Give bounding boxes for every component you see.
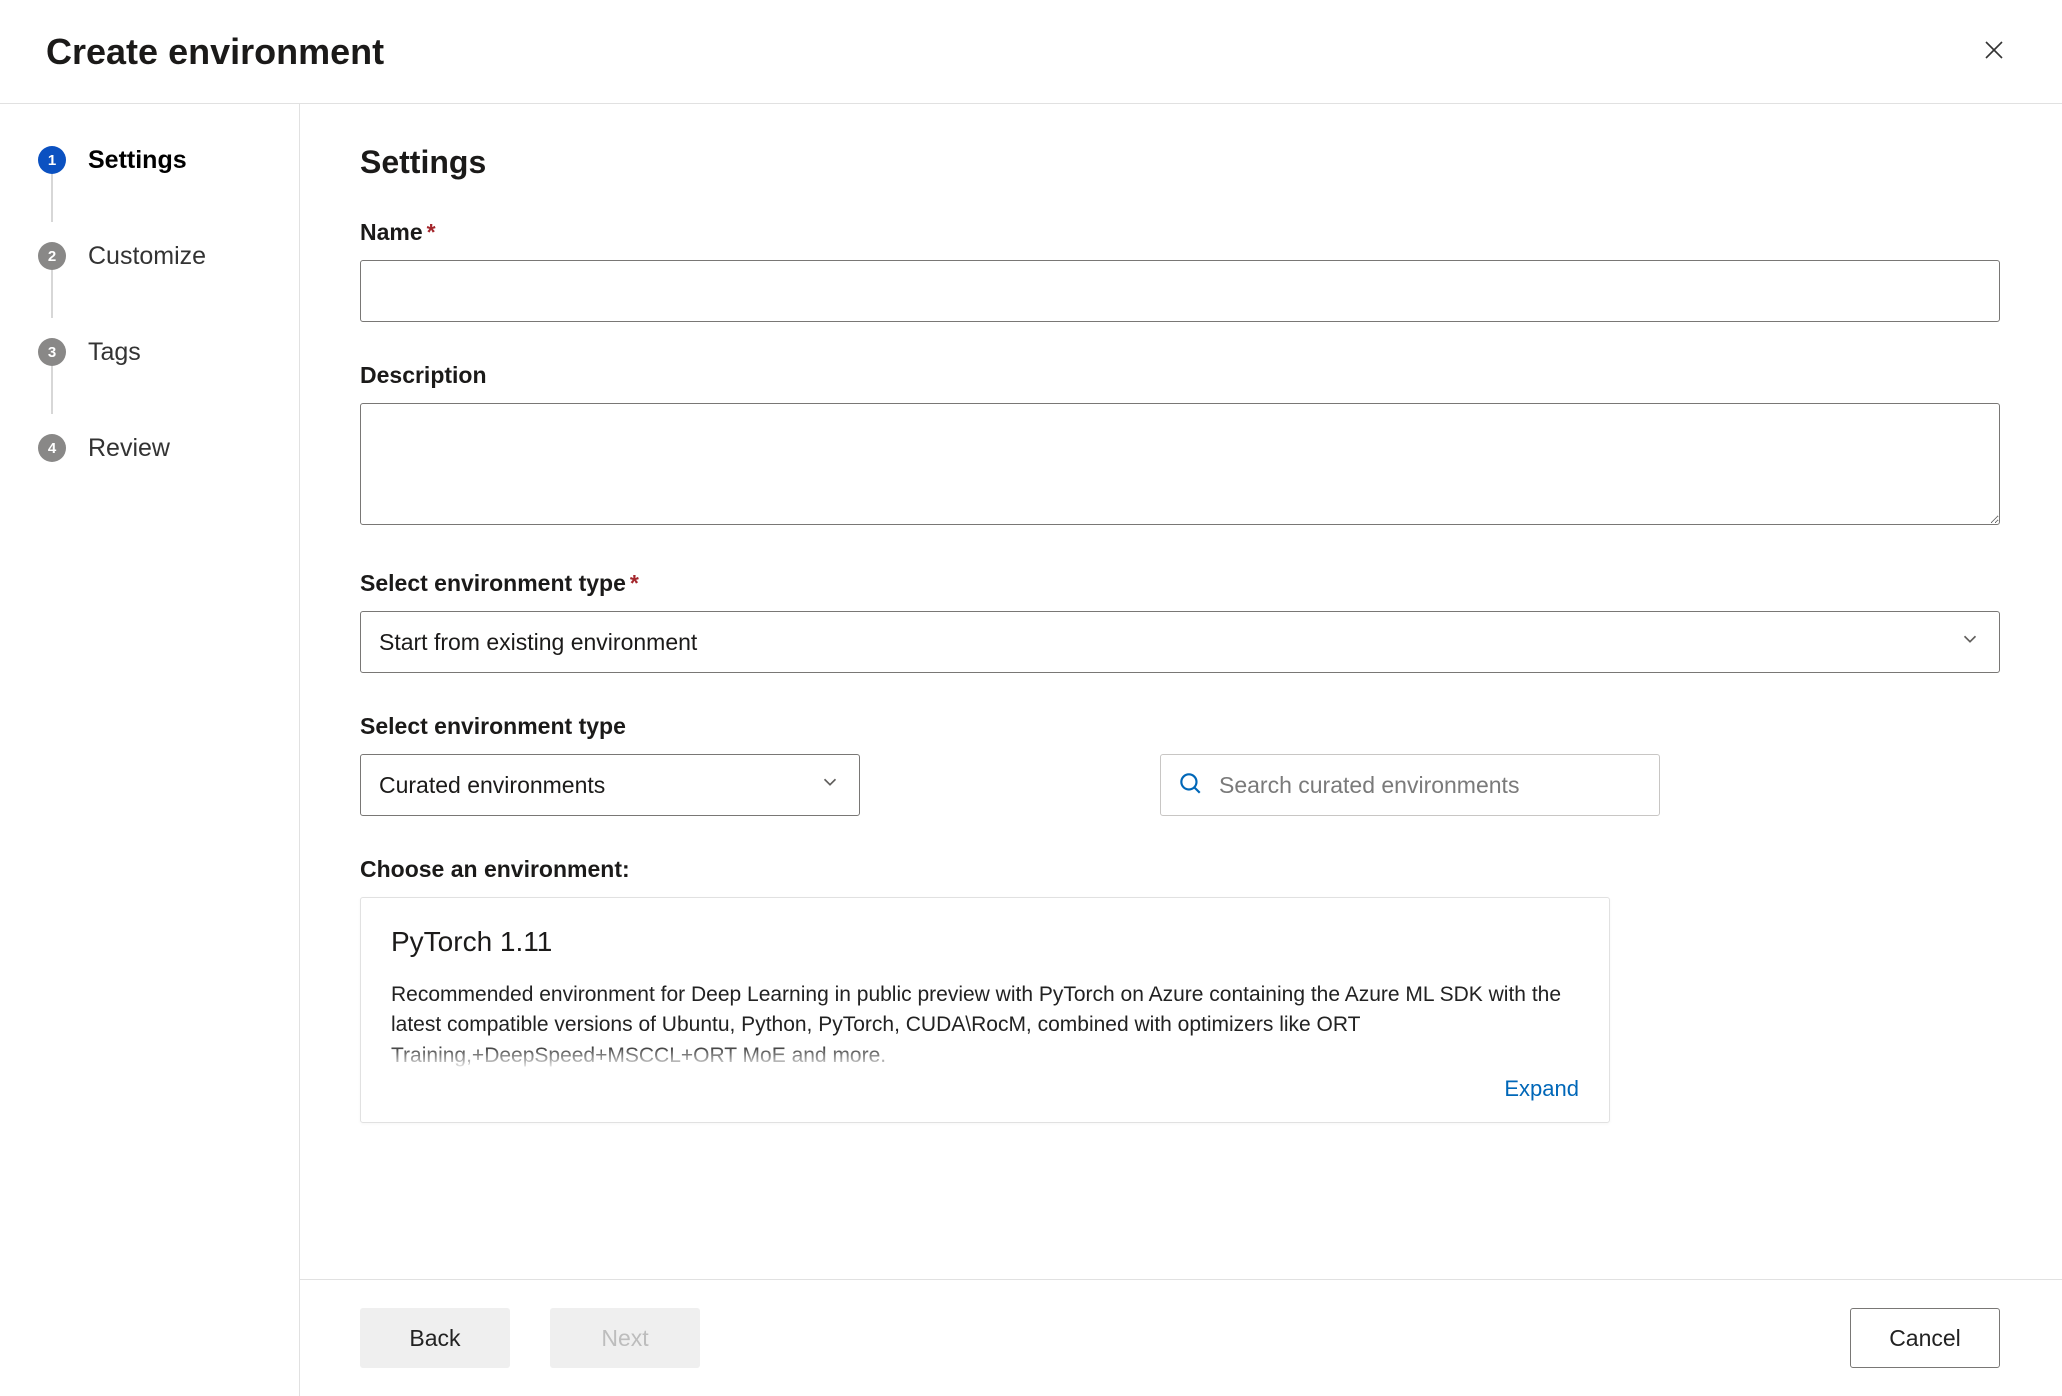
wizard-footer: Back Next Cancel [300, 1279, 2062, 1396]
step-label: Settings [88, 146, 187, 175]
chevron-down-icon [1959, 628, 1981, 656]
step-number-badge: 2 [38, 242, 66, 270]
content-scroll: Settings Name* Description Select enviro… [300, 104, 2062, 1279]
dialog-header: Create environment [0, 0, 2062, 104]
env-type-label: Select environment type* [360, 570, 2000, 597]
description-label: Description [360, 362, 2000, 389]
choose-env-label: Choose an environment: [360, 856, 2000, 883]
required-indicator: * [427, 219, 436, 245]
next-button[interactable]: Next [550, 1308, 700, 1368]
env-type-select[interactable]: Start from existing environment [360, 611, 2000, 673]
step-number-badge: 1 [38, 146, 66, 174]
required-indicator: * [630, 570, 639, 596]
step-label: Customize [88, 242, 206, 271]
environment-card[interactable]: PyTorch 1.11 Recommended environment for… [360, 897, 1610, 1123]
step-settings[interactable]: 1 Settings [38, 140, 299, 180]
name-input[interactable] [360, 260, 2000, 322]
select-value: Curated environments [379, 772, 605, 799]
step-label: Review [88, 434, 170, 463]
search-input[interactable] [1219, 772, 1643, 799]
dialog-title: Create environment [46, 31, 384, 73]
close-icon [1982, 38, 2006, 65]
expand-link[interactable]: Expand [391, 1076, 1579, 1102]
step-tags[interactable]: 3 Tags [38, 332, 299, 372]
select-value: Start from existing environment [379, 629, 697, 656]
env-card-description: Recommended environment for Deep Learnin… [391, 980, 1579, 1070]
cancel-button[interactable]: Cancel [1850, 1308, 2000, 1368]
wizard-steps-nav: 1 Settings 2 Customize 3 Tags 4 Review [0, 104, 300, 1396]
name-label: Name* [360, 219, 2000, 246]
back-button[interactable]: Back [360, 1308, 510, 1368]
step-review[interactable]: 4 Review [38, 428, 299, 468]
main-panel: Settings Name* Description Select enviro… [300, 104, 2062, 1396]
step-number-badge: 4 [38, 434, 66, 462]
env-type2-label: Select environment type [360, 713, 2000, 740]
search-box[interactable] [1160, 754, 1660, 816]
chevron-down-icon [819, 771, 841, 799]
search-icon [1177, 770, 1203, 801]
close-button[interactable] [1976, 34, 2012, 70]
env-source-select[interactable]: Curated environments [360, 754, 860, 816]
step-label: Tags [88, 338, 141, 367]
page-heading: Settings [360, 144, 2000, 181]
env-card-title: PyTorch 1.11 [391, 926, 1579, 958]
description-textarea[interactable] [360, 403, 2000, 525]
step-customize[interactable]: 2 Customize [38, 236, 299, 276]
step-number-badge: 3 [38, 338, 66, 366]
